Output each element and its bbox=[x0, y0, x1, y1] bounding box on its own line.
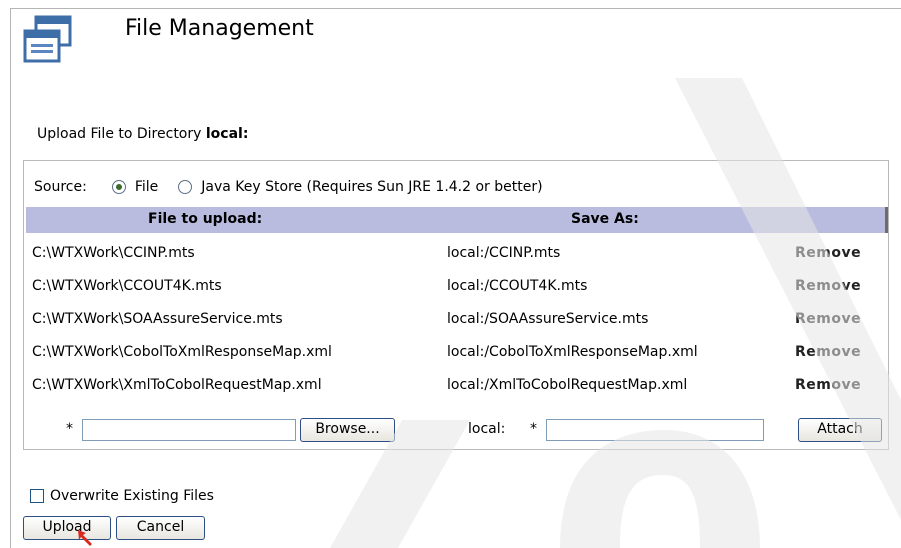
save-as-path: local:/CobolToXmlResponseMap.xml bbox=[447, 344, 698, 360]
save-as-path: local:/CCOUT4K.mts bbox=[447, 278, 588, 294]
save-as-path: local:/XmlToCobolRequestMap.xml bbox=[447, 377, 688, 393]
file-path: C:\WTXWork\SOAAssureService.mts bbox=[32, 311, 283, 327]
table-row: C:\WTXWork\CCOUT4K.mts local:/CCOUT4K.mt… bbox=[24, 272, 890, 305]
window-stack-icon bbox=[23, 15, 72, 63]
upload-directory-name: local: bbox=[205, 126, 249, 142]
save-prefix-label: local: bbox=[468, 421, 506, 437]
required-marker-save: * bbox=[530, 421, 537, 437]
overwrite-label: Overwrite Existing Files bbox=[50, 488, 214, 504]
table-row: C:\WTXWork\XmlToCobolRequestMap.xml loca… bbox=[24, 371, 890, 404]
overwrite-option[interactable]: Overwrite Existing Files bbox=[30, 488, 214, 504]
file-path-input[interactable] bbox=[82, 419, 296, 441]
table-row: C:\WTXWork\SOAAssureService.mts local:/S… bbox=[24, 305, 890, 338]
remove-link[interactable]: Remove bbox=[795, 245, 861, 261]
new-file-entry-row: * Browse... local: * Attach bbox=[24, 417, 890, 443]
save-as-path: local:/SOAAssureService.mts bbox=[447, 311, 649, 327]
upload-panel: Source: File Java Key Store (Requires Su… bbox=[23, 160, 889, 450]
file-path: C:\WTXWork\CCOUT4K.mts bbox=[32, 278, 222, 294]
file-path: C:\WTXWork\CobolToXmlResponseMap.xml bbox=[32, 344, 332, 360]
table-header: File to upload: Save As: bbox=[26, 207, 888, 233]
table-row: C:\WTXWork\CobolToXmlResponseMap.xml loc… bbox=[24, 338, 890, 371]
remove-link[interactable]: Remove bbox=[795, 377, 861, 393]
upload-label-text: Upload File to Directory bbox=[37, 126, 206, 142]
upload-directory-label: Upload File to Directory local: bbox=[37, 126, 248, 142]
radio-keystore[interactable] bbox=[178, 180, 193, 194]
source-option-file-label: File bbox=[134, 179, 159, 195]
save-as-input[interactable] bbox=[546, 419, 764, 441]
column-header-save-as: Save As: bbox=[571, 211, 639, 227]
window-frame-top bbox=[10, 8, 901, 9]
window-frame-left bbox=[10, 8, 11, 548]
required-marker-file: * bbox=[66, 421, 73, 437]
overwrite-checkbox[interactable] bbox=[30, 489, 44, 503]
pointer-arrow-icon bbox=[78, 530, 92, 546]
column-header-file: File to upload: bbox=[148, 211, 263, 227]
table-row: C:\WTXWork\CCINP.mts local:/CCINP.mts Re… bbox=[24, 239, 890, 272]
attach-button[interactable]: Attach bbox=[798, 418, 882, 442]
save-as-path: local:/CCINP.mts bbox=[447, 245, 561, 261]
cancel-button[interactable]: Cancel bbox=[116, 516, 205, 540]
file-path: C:\WTXWork\XmlToCobolRequestMap.xml bbox=[32, 377, 322, 393]
browse-button[interactable]: Browse... bbox=[300, 418, 395, 442]
radio-file[interactable] bbox=[111, 180, 126, 194]
source-option-keystore[interactable]: Java Key Store (Requires Sun JRE 1.4.2 o… bbox=[178, 179, 543, 195]
source-option-keystore-label: Java Key Store (Requires Sun JRE 1.4.2 o… bbox=[201, 179, 543, 195]
page-title: File Management bbox=[125, 16, 314, 41]
file-table-rows: C:\WTXWork\CCINP.mts local:/CCINP.mts Re… bbox=[24, 239, 890, 404]
source-option-file[interactable]: File bbox=[111, 179, 159, 195]
file-path: C:\WTXWork\CCINP.mts bbox=[32, 245, 195, 261]
remove-link[interactable]: Remove bbox=[795, 278, 861, 294]
source-row: Source: File Java Key Store (Requires Su… bbox=[34, 177, 563, 197]
remove-link[interactable]: Remove bbox=[795, 311, 861, 327]
source-label: Source: bbox=[34, 179, 87, 195]
remove-link[interactable]: Remove bbox=[795, 344, 861, 360]
